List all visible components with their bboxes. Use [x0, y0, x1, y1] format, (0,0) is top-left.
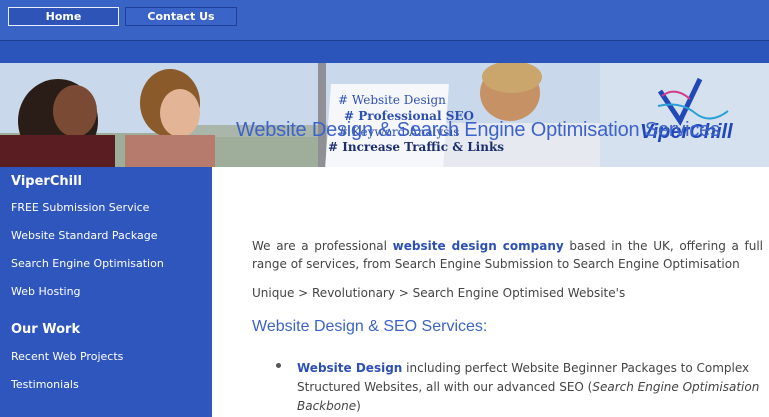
sidebar-heading-our-work: Our Work [11, 322, 81, 337]
website-design-link[interactable]: Website Design [297, 361, 402, 375]
intro-text: We are a professional [252, 239, 393, 253]
sidebar-link-testimonials[interactable]: Testimonials [11, 378, 79, 391]
sidebar-link-recent-projects[interactable]: Recent Web Projects [11, 350, 123, 363]
bullet-text-end: ) [356, 399, 361, 413]
header-banner: # Website Design # Professional SEO # Ke… [0, 63, 769, 167]
sidebar-link-free-submission[interactable]: FREE Submission Service [11, 201, 149, 214]
sidebar-link-web-hosting[interactable]: Web Hosting [11, 285, 81, 298]
flipchart-line: # Website Design [338, 93, 446, 107]
flipchart-line: # Increase Traffic & Links [328, 140, 505, 154]
top-nav-bar: Home Contact Us [0, 0, 769, 40]
sidebar: ViperChill FREE Submission Service Websi… [0, 167, 212, 417]
intro-paragraph: We are a professional website design com… [252, 237, 763, 273]
bullet-icon [276, 363, 281, 368]
sidebar-link-standard-package[interactable]: Website Standard Package [11, 229, 157, 242]
tagline: Unique > Revolutionary > Search Engine O… [252, 286, 626, 300]
main-content: We are a professional website design com… [212, 167, 769, 417]
services-heading: Website Design & SEO Services: [252, 318, 488, 335]
sidebar-link-seo[interactable]: Search Engine Optimisation [11, 257, 164, 270]
home-button[interactable]: Home [8, 7, 119, 26]
nav-subbar [0, 40, 769, 64]
list-item: Website Design including perfect Website… [297, 359, 763, 416]
sidebar-heading-viperchill: ViperChill [11, 174, 82, 189]
website-design-company-link[interactable]: website design company [393, 239, 564, 253]
page-title: Website Design & Search Engine Optimisat… [236, 119, 720, 141]
contact-us-button[interactable]: Contact Us [125, 7, 237, 26]
